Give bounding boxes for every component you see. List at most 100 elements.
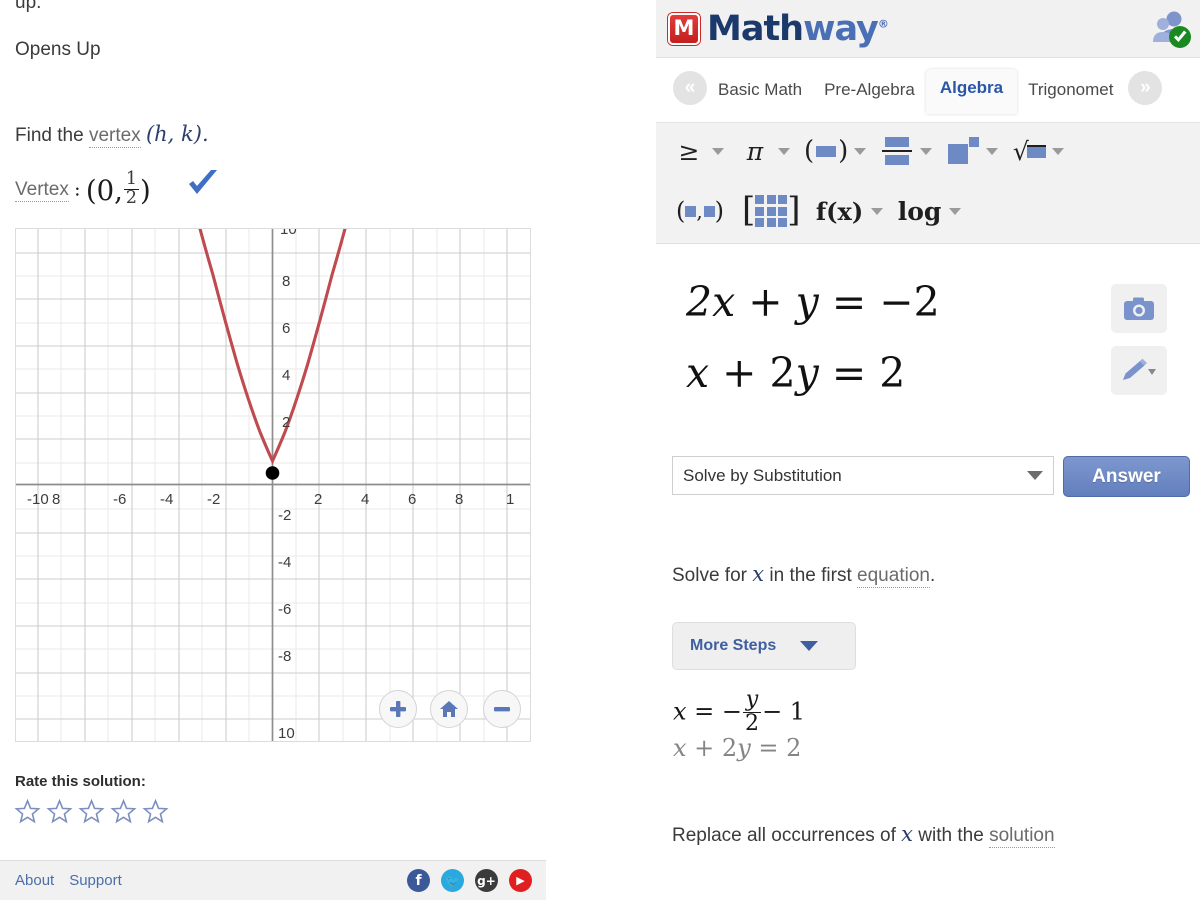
tabs-prev-button[interactable]: « [673,71,707,105]
vertex-colon: : [74,178,81,201]
x-tick-4: 4 [361,491,370,508]
find-the-label: Find the [15,125,84,146]
replace-variable: x [901,822,914,846]
y-tick--6: -6 [278,601,292,618]
x-tick-10: 1 [506,491,515,508]
tabs-next-button[interactable]: » [1128,71,1163,105]
star-1[interactable] [14,798,41,825]
user-account-button[interactable] [1150,8,1192,50]
star-2[interactable] [46,798,73,825]
youtube-icon[interactable]: ▶ [509,869,532,892]
camera-button[interactable] [1111,284,1167,333]
home-button[interactable] [430,690,468,728]
left-footer: About Support f 🐦 g+ ▶ [0,860,546,900]
coordinate-pair-icon: (,) [675,197,725,225]
vertex-term-link[interactable]: Vertex [15,179,69,203]
chevron-down-icon[interactable] [870,207,883,215]
greater-equal-icon: ≥ [678,136,700,166]
home-icon [440,701,458,717]
graph-canvas[interactable]: -10 8 -6 -4 -2 2 4 6 8 1 10 8 6 4 2 -2 -… [15,228,531,742]
axes [16,229,530,741]
tab-pre-algebra[interactable]: Pre-Algebra [813,72,926,114]
pi-button[interactable]: π [738,133,790,169]
chevron-down-icon[interactable] [712,147,724,155]
chevron-down-icon[interactable] [948,207,961,215]
star-3[interactable] [78,798,105,825]
wordmark-way: way [803,8,879,49]
vertex-glossary-link[interactable]: vertex [88,125,141,148]
wordmark-math: Math [707,8,804,49]
fraction-numerator: y [745,687,759,712]
log-icon: log [897,196,942,226]
sqrt-icon: √ [1012,133,1046,169]
rating-stars[interactable] [14,798,169,825]
star-4[interactable] [110,798,137,825]
method-select[interactable]: Solve by Substitution [672,456,1054,495]
googleplus-icon[interactable]: g+ [475,869,498,892]
work-fraction: y2 [743,687,762,735]
equation-input-area[interactable]: 2x + y = −2 x + 2y = 2 [656,246,1200,397]
step-text-find-vertex: Find the vertex (h, k). [15,122,209,148]
mathway-logo[interactable]: M Mathway® [668,8,889,49]
coordinate-pair-button[interactable]: (,) [672,193,728,229]
chevron-down-icon[interactable] [1027,471,1043,480]
method-selector-row: Solve by Substitution Answer [656,456,1200,498]
vertex-value-open: (0, [85,175,123,208]
zoom-out-button[interactable] [483,690,521,728]
hk-notation: (h, k). [145,122,209,146]
vertex-point [265,466,280,480]
footer-about-link[interactable]: About [15,872,54,889]
work-line1-lhs: x = − [673,697,743,726]
checkmark-icon [189,170,217,194]
pencil-button[interactable] [1111,346,1167,395]
square-root-button[interactable]: √ [1012,133,1065,169]
vertex-fraction: 12 [123,169,139,208]
facebook-icon[interactable]: f [407,869,430,892]
matrix-button[interactable]: [ ] [742,193,801,229]
exponent-button[interactable] [946,133,999,169]
graph-svg [16,229,530,741]
pi-icon: π [746,136,764,166]
chevron-down-icon[interactable] [854,147,867,155]
answer-button[interactable]: Answer [1063,456,1190,497]
chevron-down-icon[interactable] [920,147,933,155]
chevron-down-icon[interactable] [800,641,819,651]
x-tick--4: -4 [160,491,174,508]
function-button[interactable]: f(x) [815,193,883,229]
chevron-down-icon[interactable] [1052,147,1065,155]
chevron-down-icon[interactable] [778,147,790,155]
inequality-button[interactable]: ≥ [672,133,724,169]
twitter-icon[interactable]: 🐦 [441,869,464,892]
fraction-numerator: 1 [125,169,137,189]
solve-variable: x [752,562,765,586]
y-tick--10: 10 [278,725,295,742]
vertex-result-line: Vertex : (0, 1 2) [15,169,151,209]
footer-support-link[interactable]: Support [69,872,122,889]
replace-instruction-text: Replace all occurrences of x with the so… [672,822,1055,848]
zoom-in-button[interactable] [379,690,417,728]
chevron-down-icon[interactable] [986,147,999,155]
minus-icon [494,707,510,712]
fraction-icon [880,133,914,169]
log-button[interactable]: log [897,193,961,229]
tab-algebra[interactable]: Algebra [925,69,1018,114]
star-5[interactable] [142,798,169,825]
parentheses-icon: () [804,136,849,166]
method-select-value: Solve by Substitution [683,465,842,485]
tab-basic-math[interactable]: Basic Math [707,72,813,114]
tab-trigonometry[interactable]: Trigonomet [1017,72,1124,114]
equation-glossary-link[interactable]: equation [857,565,930,588]
pencil-icon [1123,358,1156,380]
fraction-button[interactable] [880,133,933,169]
solve-mid: in the first [769,565,852,586]
solution-glossary-link[interactable]: solution [989,825,1055,848]
x-tick-8: 8 [455,491,464,508]
mathway-app-panel: M Mathway® « Basic Math Pre-Algebra Alge… [656,0,1200,900]
y-tick-6: 6 [282,320,291,337]
rate-solution-label: Rate this solution: [15,773,146,790]
x-tick--8: 8 [52,491,61,508]
left-footer-social: f 🐦 g+ ▶ [407,869,532,892]
more-steps-button[interactable]: More Steps [672,622,856,670]
plus-icon [390,701,406,717]
parentheses-button[interactable]: () [804,133,867,169]
